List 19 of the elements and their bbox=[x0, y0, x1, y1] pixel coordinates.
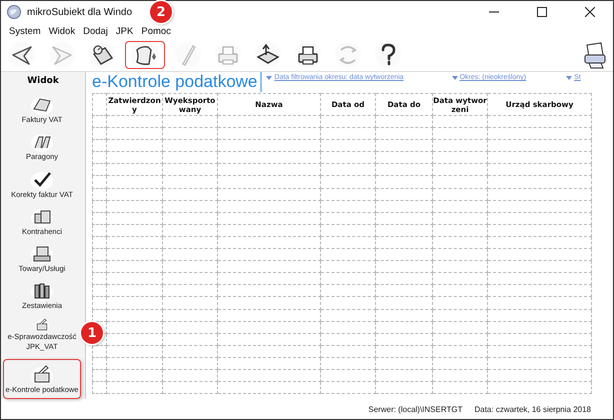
dropdown-arrow-icon bbox=[452, 76, 458, 80]
menu-item[interactable]: Dodaj bbox=[79, 26, 112, 36]
menu-item[interactable]: Widok bbox=[44, 26, 80, 36]
menu-item[interactable]: JPK bbox=[112, 26, 138, 36]
close-icon[interactable] bbox=[585, 7, 595, 17]
window-title: mikroSubiekt dla Windo bbox=[27, 6, 132, 18]
callout-badge: 2 bbox=[150, 1, 172, 23]
sidebar-heading: Widok bbox=[26, 75, 60, 88]
view-title: e-Kontrole podatkowe bbox=[92, 72, 262, 92]
dropdown-arrow-icon bbox=[266, 76, 272, 80]
menu-item[interactable]: System bbox=[5, 26, 45, 36]
date-status: Data: czwartek, 16 sierpnia 2018 bbox=[474, 404, 591, 414]
app-icon bbox=[7, 5, 21, 19]
maximize-icon[interactable] bbox=[537, 7, 547, 17]
dropdown-arrow-icon bbox=[566, 76, 572, 80]
callout-badge: 1 bbox=[81, 322, 103, 344]
server-status: Serwer: (local)\INSERTGT bbox=[368, 404, 462, 414]
new-document-button[interactable] bbox=[125, 41, 165, 69]
menu-item[interactable]: Pomoc bbox=[137, 26, 175, 36]
